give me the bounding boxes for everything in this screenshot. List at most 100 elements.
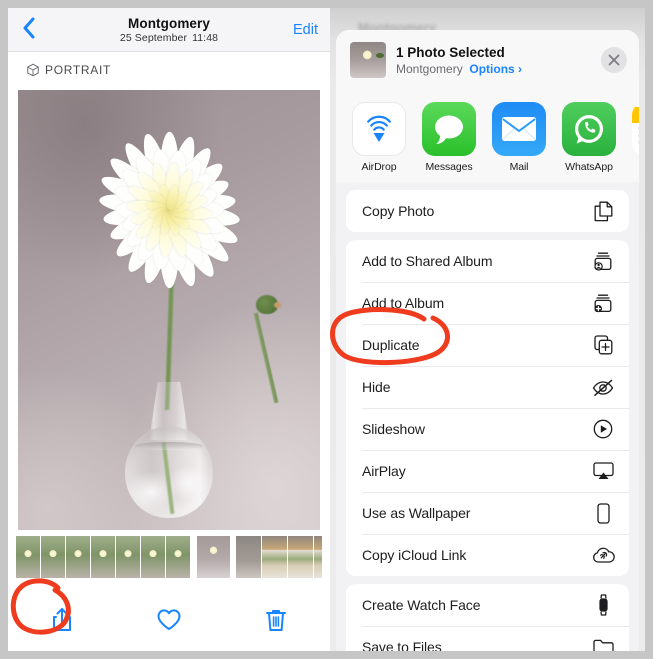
trash-icon: [266, 609, 287, 631]
action-row-copy-icloud-link[interactable]: Copy iCloud Link: [346, 534, 629, 576]
action-row-copy-photo[interactable]: Copy Photo: [346, 190, 629, 232]
filmstrip-thumb-selected[interactable]: [197, 536, 230, 578]
portrait-label: PORTRAIT: [45, 63, 112, 77]
share-target-label: Messages: [425, 161, 473, 173]
filmstrip-thumb[interactable]: [116, 536, 141, 578]
close-icon: [608, 54, 620, 66]
icloud-link-icon: [591, 547, 615, 564]
filmstrip-thumb[interactable]: [236, 536, 262, 578]
share-target-label: WhatsApp: [565, 161, 613, 173]
action-row-duplicate[interactable]: Duplicate: [346, 324, 629, 366]
action-label: Use as Wallpaper: [362, 505, 471, 521]
duplicate-icon: [591, 335, 615, 355]
airdrop-icon: [352, 102, 406, 156]
heart-icon: [157, 609, 181, 630]
share-target-notes[interactable]: Notes: [630, 102, 639, 173]
action-row-use-as-wallpaper[interactable]: Use as Wallpaper: [346, 492, 629, 534]
photo-filmstrip[interactable]: [16, 536, 322, 578]
action-label: Add to Album: [362, 295, 445, 311]
share-button[interactable]: [8, 607, 115, 633]
chevron-right-icon: ›: [518, 61, 523, 76]
page-title: Montgomery: [128, 15, 210, 31]
filmstrip-thumb[interactable]: [66, 536, 91, 578]
action-label: Copy Photo: [362, 203, 435, 219]
eye-slash-icon: [591, 379, 615, 396]
screenshot-root: Montgomery 25 September 11:48 Edit PORTRA…: [0, 0, 653, 659]
action-label: Add to Shared Album: [362, 253, 493, 269]
photos-app: Montgomery 25 September 11:48 Edit PORTRA…: [8, 8, 330, 651]
photo-viewer[interactable]: [18, 90, 320, 530]
action-group-2: Add to Shared Album Add to Album Duplica…: [346, 240, 629, 576]
folder-icon: [591, 639, 615, 651]
shared-album-icon: [591, 252, 615, 271]
airplay-icon: [591, 462, 615, 480]
share-target-messages[interactable]: Messages: [420, 102, 478, 173]
action-group-1: Copy Photo: [346, 190, 629, 232]
photos-nav-bar: Montgomery 25 September 11:48 Edit: [8, 8, 330, 52]
share-target-whatsapp[interactable]: WhatsApp: [560, 102, 618, 173]
favorite-button[interactable]: [115, 608, 222, 632]
share-target-label: Notes: [630, 161, 639, 173]
water-line: [135, 442, 203, 450]
action-row-airplay[interactable]: AirPlay: [346, 450, 629, 492]
portrait-badge: PORTRAIT: [8, 52, 330, 88]
selected-photo-thumbnail[interactable]: [350, 42, 386, 78]
add-album-icon: [591, 294, 615, 313]
share-header-subtitle: Montgomery Options ›: [396, 62, 591, 76]
share-target-label: AirDrop: [361, 161, 397, 173]
options-button[interactable]: Options ›: [469, 62, 522, 76]
photo-time: 11:48: [192, 31, 219, 44]
action-row-hide[interactable]: Hide: [346, 366, 629, 408]
action-group-3: Create Watch Face Save to Files: [346, 584, 629, 651]
action-label: AirPlay: [362, 463, 406, 479]
action-row-add-to-shared-album[interactable]: Add to Shared Album: [346, 240, 629, 282]
share-icon: [52, 608, 71, 631]
filmstrip-thumb[interactable]: [91, 536, 116, 578]
action-label: Save to Files: [362, 639, 442, 651]
action-row-add-to-album[interactable]: Add to Album: [346, 282, 629, 324]
filmstrip-thumb[interactable]: [41, 536, 66, 578]
delete-button[interactable]: [223, 608, 330, 633]
share-target-airdrop[interactable]: AirDrop: [350, 102, 408, 173]
share-apps-row[interactable]: AirDrop Messages Mail WhatsApp: [336, 90, 639, 182]
share-header-text: 1 Photo Selected Montgomery Options ›: [396, 45, 591, 76]
phone-icon: [591, 502, 615, 524]
selection-count-label: 1 Photo Selected: [396, 44, 505, 60]
close-button[interactable]: [601, 47, 627, 73]
filmstrip-thumb[interactable]: [262, 536, 288, 578]
filmstrip-thumb[interactable]: [314, 536, 322, 578]
edit-button[interactable]: Edit: [293, 22, 318, 38]
action-label: Create Watch Face: [362, 597, 481, 613]
play-circle-icon: [591, 419, 615, 439]
flower-bud: [256, 295, 281, 314]
photos-toolbar: [8, 589, 330, 651]
chevron-left-icon[interactable]: [8, 17, 48, 42]
action-label: Hide: [362, 379, 391, 395]
action-row-create-watch-face[interactable]: Create Watch Face: [346, 584, 629, 626]
share-target-mail[interactable]: Mail: [490, 102, 548, 173]
action-row-slideshow[interactable]: Slideshow: [346, 408, 629, 450]
watch-icon: [591, 594, 615, 616]
share-sheet: 1 Photo Selected Montgomery Options › Ai…: [336, 30, 639, 651]
filmstrip-thumb[interactable]: [141, 536, 166, 578]
action-label: Slideshow: [362, 421, 425, 437]
cube-icon: [27, 63, 39, 77]
share-sheet-header: 1 Photo Selected Montgomery Options ›: [336, 30, 639, 90]
action-label: Copy iCloud Link: [362, 547, 467, 563]
photo-timestamp: 25 September 11:48: [8, 32, 330, 44]
whatsapp-icon: [562, 102, 616, 156]
notes-icon: [632, 102, 639, 156]
filmstrip-thumb[interactable]: [288, 536, 314, 578]
filmstrip-thumb[interactable]: [16, 536, 41, 578]
filmstrip-thumb[interactable]: [166, 536, 191, 578]
share-sheet-backdrop: Montgomery 1 Photo Selected Montgomery O…: [330, 8, 645, 651]
copy-icon: [591, 201, 615, 222]
album-name: Montgomery: [396, 61, 463, 76]
action-label: Duplicate: [362, 337, 420, 353]
mail-icon: [492, 102, 546, 156]
share-target-label: Mail: [509, 161, 529, 173]
messages-icon: [422, 102, 476, 156]
nav-title-block: Montgomery 25 September 11:48: [8, 16, 330, 44]
action-row-save-to-files[interactable]: Save to Files: [346, 626, 629, 651]
photo-date: 25 September: [119, 31, 188, 44]
